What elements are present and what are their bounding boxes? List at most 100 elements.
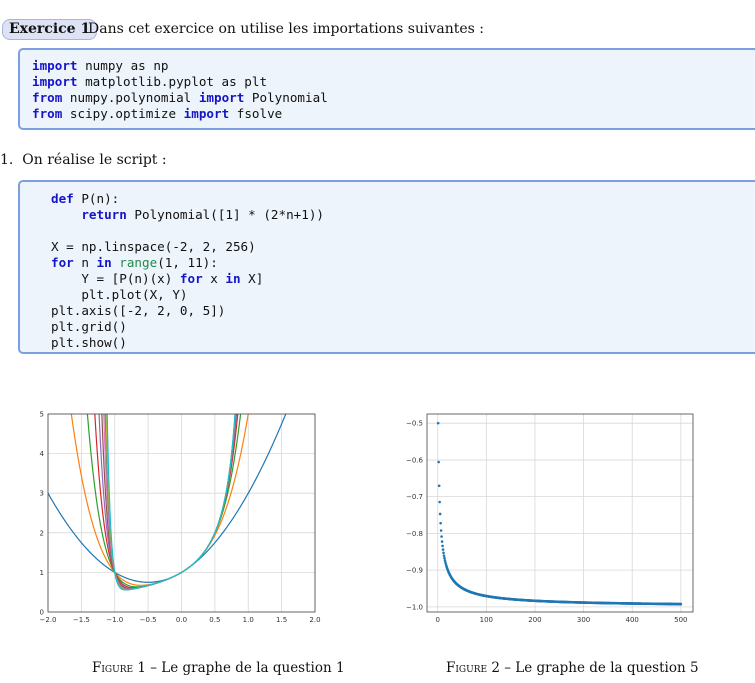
code-line: plt.show() xyxy=(51,335,324,351)
x-tick-label: 200 xyxy=(528,616,541,624)
code-line: Y = [P(n)(x) for x in X] xyxy=(51,271,324,287)
question-number: 1. xyxy=(0,152,14,168)
data-point xyxy=(439,529,443,532)
code-line: for n in range(1, 11): xyxy=(51,255,324,271)
code-text: plt.show() xyxy=(51,335,127,350)
code-line: from numpy.polynomial import Polynomial xyxy=(32,90,328,106)
code-line: from scipy.optimize import fsolve xyxy=(32,106,328,122)
code-text: Polynomial([1] * (2*n+1)) xyxy=(126,207,324,222)
y-tick-label: −0.9 xyxy=(406,567,423,575)
code-line: import numpy as np xyxy=(32,58,328,74)
code-keyword: import xyxy=(32,58,78,73)
x-tick-label: 400 xyxy=(626,616,639,624)
code-text: numpy.polynomial xyxy=(62,90,199,105)
y-tick-label: 1 xyxy=(40,569,44,577)
code-text: numpy as np xyxy=(77,58,169,73)
code-line: plt.plot(X, Y) xyxy=(51,287,324,303)
code-text: plt.plot(X, Y) xyxy=(51,287,188,302)
x-tick-label: −0.5 xyxy=(140,616,157,624)
x-tick-label: 0.5 xyxy=(209,616,220,624)
code-lines: def P(n): return Polynomial([1] * (2*n+1… xyxy=(51,191,324,351)
x-tick-label: −1.0 xyxy=(106,616,123,624)
code-keyword: for xyxy=(51,255,74,270)
y-tick-label: −0.5 xyxy=(406,420,423,428)
plot-frame xyxy=(426,413,694,613)
code-text: Y = [P(n)(x) xyxy=(51,271,180,286)
data-point xyxy=(442,554,446,557)
figures: −2.0 −1.5 −1.0 −0.5 0.0 0.5 1.0 1.5 2.0 0 1 2 3 4 5 0 1… xyxy=(40,411,694,625)
x-tick-label: 100 xyxy=(480,616,493,624)
code-text: fsolve xyxy=(229,106,283,121)
x-tick-label: 1.5 xyxy=(276,616,287,624)
code-keyword: import xyxy=(183,106,230,121)
code-text: P(n): xyxy=(73,191,120,206)
exercise-badge: Exercice 1 xyxy=(2,19,98,40)
data-point xyxy=(440,535,443,538)
code-text: X = np.linspace(-2, 2, 256) xyxy=(51,239,256,254)
x-tick-label: −1.5 xyxy=(73,616,90,624)
code-line: plt.axis([-2, 2, 0, 5]) xyxy=(51,303,324,319)
x-tick-label: 0 xyxy=(435,616,439,624)
y-tick-label: −0.8 xyxy=(406,530,423,538)
code-text: x xyxy=(202,271,226,286)
data-point xyxy=(443,556,446,560)
code-text: n xyxy=(73,255,97,270)
code-keyword: for xyxy=(179,271,203,286)
code-text: scipy.optimize xyxy=(62,106,184,121)
data-point xyxy=(441,544,444,548)
code-lines: import numpy as np import matplotlib.pypl… xyxy=(32,58,328,122)
figure-2-plot: 0 100 200 300 400 500 −1.0 −0.9 −0.8 −0.7 −0.6 −0.5 xyxy=(406,413,694,624)
code-keyword: in xyxy=(225,271,241,286)
x-tick-label: 2.0 xyxy=(309,616,320,624)
x-tick-label: 0.0 xyxy=(176,616,187,624)
code-line: def P(n): xyxy=(51,191,324,207)
data-point xyxy=(436,421,440,425)
data-point xyxy=(442,551,445,555)
code-text: plt.axis([-2, 2, 0, 5]) xyxy=(51,303,226,318)
code-text: X] xyxy=(240,271,264,286)
figure-1-plot: −2.0 −1.5 −1.0 −0.5 0.0 0.5 1.0 1.5 2.0 0 1 2 3 4 5 xyxy=(40,411,321,625)
data-point xyxy=(679,602,683,606)
figure-2-caption: Figure 2 – Le graphe de la question 5 xyxy=(446,660,699,676)
y-tick-label: 5 xyxy=(40,411,44,419)
y-tick-label: 3 xyxy=(40,490,44,498)
x-tick-label: −2.0 xyxy=(40,616,57,624)
code-line: import matplotlib.pyplot as plt xyxy=(32,74,328,90)
y-tick-label: −1.0 xyxy=(406,603,423,611)
y-tick-label: −0.7 xyxy=(406,493,423,501)
data-point xyxy=(438,512,442,516)
question-text: On réalise le script : xyxy=(22,152,167,168)
code-text: Polynomial xyxy=(244,90,328,105)
code-text: (1, 11): xyxy=(157,255,218,270)
code-keyword: import xyxy=(32,74,78,89)
data-point xyxy=(439,521,442,525)
code-keyword: import xyxy=(198,90,245,105)
data-point xyxy=(438,500,441,504)
code-keyword: in xyxy=(96,255,112,270)
code-line: return Polynomial([1] * (2*n+1)) xyxy=(51,207,324,223)
y-tick-label: 0 xyxy=(40,609,44,617)
y-tick-label: −0.6 xyxy=(406,456,424,464)
question-1: 1. On réalise le script : xyxy=(0,152,167,168)
data-point xyxy=(437,460,440,464)
code-builtin: range xyxy=(119,255,158,270)
code-keyword: return xyxy=(81,207,127,222)
x-tick-label: 300 xyxy=(577,616,590,624)
y-tick-label: 2 xyxy=(40,529,44,537)
data-point xyxy=(441,548,445,551)
data-point xyxy=(440,540,444,543)
exercise-intro: Dans cet exercice on utilise les importa… xyxy=(88,21,484,37)
code-keyword: from xyxy=(32,106,63,121)
code-line: plt.grid() xyxy=(51,319,324,335)
code-block-script: def P(n): return Polynomial([1] * (2*n+1… xyxy=(18,180,755,354)
code-block-imports: import numpy as np import matplotlib.pypl… xyxy=(18,48,755,130)
figure-1-caption: Figure 1 – Le graphe de la question 1 xyxy=(92,660,345,676)
y-tick-label: 4 xyxy=(40,450,45,458)
x-tick-label: 1.0 xyxy=(243,616,254,624)
x-tick-label: 500 xyxy=(674,616,687,624)
code-line: X = np.linspace(-2, 2, 256) xyxy=(51,239,324,255)
code-keyword: def xyxy=(51,191,74,206)
code-keyword: from xyxy=(32,90,63,105)
